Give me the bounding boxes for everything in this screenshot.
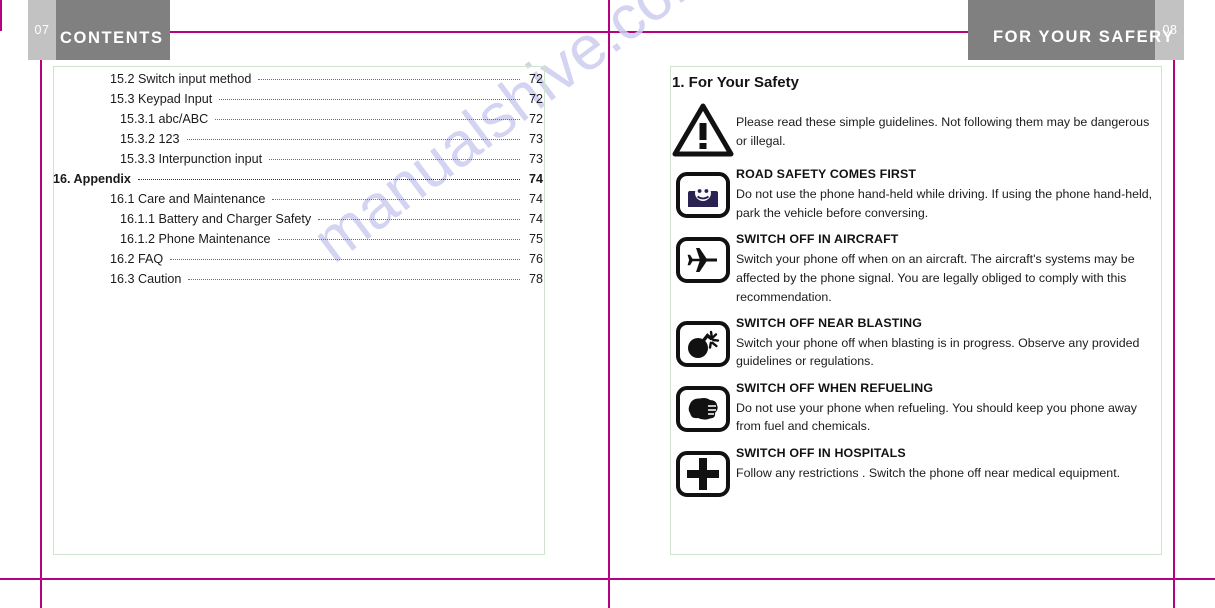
safety-guideline-item: SWITCH OFF IN AIRCRAFT Switch your phone … bbox=[670, 232, 1162, 307]
frame-edge-left bbox=[0, 0, 2, 31]
car-driving-icon bbox=[670, 167, 736, 223]
toc-entry-page-number: 73 bbox=[528, 152, 543, 166]
toc-entry[interactable]: 16.1.1 Battery and Charger Safety 74 bbox=[53, 212, 543, 232]
toc-leader-dots bbox=[186, 139, 520, 140]
toc-leader-dots bbox=[272, 199, 520, 200]
fuel-pump-icon bbox=[670, 381, 736, 437]
icon-rounded-frame bbox=[676, 450, 730, 497]
toc-entry[interactable]: 15.2 Switch input method 72 bbox=[53, 72, 543, 92]
safety-guideline-heading: ROAD SAFETY COMES FIRST bbox=[736, 167, 917, 181]
toc-entry-label: 16.1.2 Phone Maintenance bbox=[120, 232, 271, 246]
table-of-contents: 15.2 Switch input method 72 15.3 Keypad In… bbox=[53, 72, 563, 292]
toc-leader-dots bbox=[188, 279, 520, 280]
safety-guideline-body: Please read these simple guidelines. Not… bbox=[736, 115, 1150, 148]
page-title: 1. For Your Safety bbox=[672, 74, 799, 91]
toc-entry[interactable]: 15.3.3 Interpunction input 73 bbox=[53, 152, 543, 172]
icon-rounded-frame bbox=[676, 172, 730, 218]
safety-guideline-body: Do not use your phone when refueling. Yo… bbox=[736, 400, 1137, 434]
safety-guideline-heading: SWITCH OFF IN AIRCRAFT bbox=[736, 232, 899, 246]
safety-guideline-body: Follow any restrictions . Switch the pho… bbox=[736, 465, 1121, 480]
toc-entry-label: 15.3.2 123 bbox=[120, 132, 180, 146]
safety-guidelines-list: Please read these simple guidelines. Not… bbox=[670, 102, 1162, 511]
safety-guideline-heading: SWITCH OFF WHEN REFUELING bbox=[736, 380, 934, 395]
frame-left-vertical bbox=[40, 31, 42, 608]
safety-guideline-text: SWITCH OFF IN HOSPITALS Follow any restri… bbox=[736, 446, 1162, 502]
toc-entry-page-number: 78 bbox=[528, 272, 543, 286]
toc-entry-page-number: 74 bbox=[528, 212, 543, 226]
safety-guideline-text: SWITCH OFF WHEN REFUELING Do not use your… bbox=[736, 381, 1162, 437]
toc-entry-label: 15.3.1 abc/ABC bbox=[120, 112, 209, 126]
medical-cross-icon bbox=[670, 446, 736, 502]
safety-guideline-item: ROAD SAFETY COMES FIRST Do not use the ph… bbox=[670, 167, 1162, 223]
safety-guideline-item: SWITCH OFF IN HOSPITALS Follow any restri… bbox=[670, 446, 1162, 502]
icon-rounded-frame bbox=[676, 237, 730, 283]
toc-leader-dots bbox=[258, 79, 520, 80]
toc-entry-label: 16.2 FAQ bbox=[110, 252, 164, 266]
toc-entry-page-number: 72 bbox=[528, 72, 543, 86]
icon-rounded-frame bbox=[676, 320, 730, 367]
toc-entry[interactable]: 16.2 FAQ 76 bbox=[53, 252, 543, 272]
toc-entry-page-number: 76 bbox=[528, 252, 543, 266]
frame-right-vertical bbox=[1173, 31, 1175, 608]
toc-entry[interactable]: 16. Appendix 74 bbox=[53, 172, 543, 192]
safety-guideline-item: Please read these simple guidelines. Not… bbox=[670, 102, 1162, 158]
toc-leader-dots bbox=[277, 239, 520, 240]
bomb-blasting-icon bbox=[670, 316, 736, 372]
safety-guideline-body: Do not use the phone hand-held while dri… bbox=[736, 187, 1153, 220]
toc-entry[interactable]: 16.1.2 Phone Maintenance 75 bbox=[53, 232, 543, 252]
safety-guideline-item: SWITCH OFF NEAR BLASTING Switch your phon… bbox=[670, 316, 1162, 372]
toc-entry-label: 16.1.1 Battery and Charger Safety bbox=[120, 212, 312, 226]
safety-guideline-text: ROAD SAFETY COMES FIRST Do not use the ph… bbox=[736, 167, 1162, 223]
safety-guideline-heading: SWITCH OFF IN HOSPITALS bbox=[736, 445, 906, 460]
toc-entry-page-number: 73 bbox=[528, 132, 543, 146]
toc-entry[interactable]: 16.1 Care and Maintenance 74 bbox=[53, 192, 543, 212]
toc-leader-dots bbox=[137, 179, 520, 180]
toc-entry-page-number: 74 bbox=[528, 192, 543, 206]
toc-entry-page-number: 74 bbox=[528, 172, 543, 186]
toc-leader-dots bbox=[318, 219, 520, 220]
safety-guideline-text: SWITCH OFF IN AIRCRAFT Switch your phone … bbox=[736, 232, 1162, 307]
toc-leader-dots bbox=[219, 99, 520, 100]
toc-entry-page-number: 72 bbox=[528, 92, 543, 106]
toc-entry[interactable]: 15.3.1 abc/ABC 72 bbox=[53, 112, 543, 132]
toc-leader-dots bbox=[269, 159, 520, 160]
toc-entry-label: 15.3 Keypad Input bbox=[110, 92, 213, 106]
safety-guideline-item: SWITCH OFF WHEN REFUELING Do not use your… bbox=[670, 381, 1162, 437]
airplane-icon bbox=[670, 232, 736, 288]
warning-triangle-icon bbox=[670, 102, 736, 158]
toc-entry[interactable]: 15.3.2 123 73 bbox=[53, 132, 543, 152]
safety-guideline-body: Switch your phone off when on an aircraf… bbox=[736, 252, 1135, 304]
toc-entry[interactable]: 16.3 Caution 78 bbox=[53, 272, 543, 292]
toc-leader-dots bbox=[170, 259, 520, 260]
toc-entry-page-number: 75 bbox=[528, 232, 543, 246]
frame-bottom-left bbox=[0, 578, 609, 580]
toc-leader-dots bbox=[215, 119, 520, 120]
toc-entry-page-number: 72 bbox=[528, 112, 543, 126]
toc-entry[interactable]: 15.3 Keypad Input 72 bbox=[53, 92, 543, 112]
page-spine-divider bbox=[608, 0, 610, 608]
safety-guideline-heading: SWITCH OFF NEAR BLASTING bbox=[736, 315, 923, 330]
safety-guideline-text: SWITCH OFF NEAR BLASTING Switch your phon… bbox=[736, 316, 1162, 372]
safety-guideline-text: Please read these simple guidelines. Not… bbox=[736, 102, 1162, 158]
toc-entry-label: 16.1 Care and Maintenance bbox=[110, 192, 266, 206]
left-page-header-title: CONTENTS bbox=[60, 29, 164, 47]
left-page-number-label: 07 bbox=[34, 23, 50, 37]
left-page-number: 07 bbox=[31, 18, 53, 43]
toc-entry-label: 15.3.3 Interpunction input bbox=[120, 152, 263, 166]
toc-entry-label: 15.2 Switch input method bbox=[110, 72, 252, 86]
frame-bottom-right bbox=[608, 578, 1215, 580]
toc-entry-label: 16. Appendix bbox=[53, 172, 131, 186]
icon-rounded-frame bbox=[676, 385, 730, 432]
safety-guideline-body: Switch your phone off when blasting is i… bbox=[736, 335, 1140, 369]
right-page-header-title: FOR YOUR SAFERY bbox=[993, 28, 1175, 46]
toc-entry-label: 16.3 Caution bbox=[110, 272, 182, 286]
